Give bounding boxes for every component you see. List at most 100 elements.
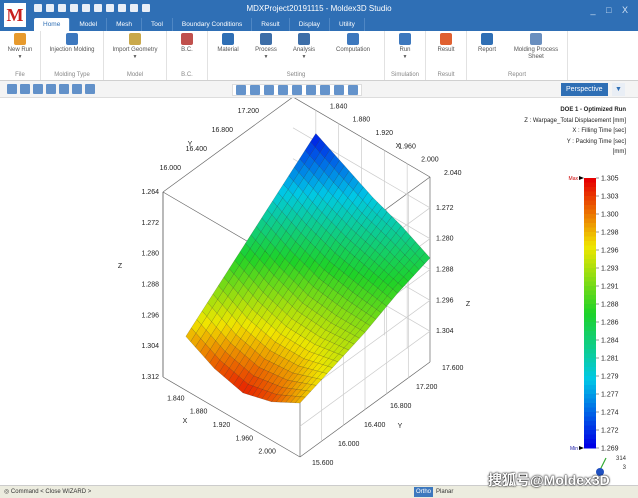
legend-color-band: [584, 236, 596, 242]
ribbon-group-b-c-: B.C. B.C.: [167, 31, 208, 80]
window-controls[interactable]: _ □ X: [591, 5, 632, 15]
rotate-icon[interactable]: [264, 85, 274, 95]
dropdown-arrow-icon: ▼: [17, 54, 23, 60]
z-tick-label: 1.288: [436, 267, 454, 274]
legend-color-band: [584, 398, 596, 404]
legend-max-label: Max: [569, 176, 579, 182]
legend-color-band: [584, 313, 596, 318]
tab-model[interactable]: Model: [70, 18, 108, 31]
tree-icon[interactable]: [7, 84, 17, 94]
import-geometry-button[interactable]: Import Geometry ▼: [107, 31, 163, 70]
box-edge-top: [162, 96, 294, 193]
ribbon-group-report: Report Molding Process Sheet Report: [467, 31, 568, 80]
computation-button[interactable]: Computation: [325, 31, 381, 70]
expand-icon[interactable]: [85, 84, 95, 94]
result-button[interactable]: Result: [429, 31, 463, 70]
legend-color-band: [584, 254, 596, 260]
tab-result[interactable]: Result: [252, 18, 290, 31]
view-icon[interactable]: [278, 85, 288, 95]
y-tick-label: 17.200: [238, 108, 260, 115]
material-icon: [222, 33, 234, 45]
x-tick-label: 1.880: [353, 117, 371, 124]
molding-process-sheet-button[interactable]: Molding Process Sheet: [508, 31, 564, 70]
legend-color-band: [584, 380, 596, 386]
legend-y-label: Y : Packing Time [sec]: [566, 138, 626, 145]
legend-color-band: [584, 439, 596, 444]
legend-value: 1.274: [601, 410, 619, 417]
x-tick-label: 1.960: [236, 435, 254, 442]
legend-color-band: [584, 322, 596, 327]
process-icon: [260, 33, 272, 45]
legend-color-band: [584, 416, 596, 422]
triad-readout: 314 3: [616, 455, 626, 473]
process-button[interactable]: Process ▼: [249, 31, 283, 70]
legend-color-band: [584, 412, 596, 417]
ortho-toggle[interactable]: Ortho: [414, 487, 434, 497]
button-label: Material: [217, 47, 239, 53]
info-icon[interactable]: [59, 84, 69, 94]
group-label: Result: [437, 72, 455, 78]
legend-title: DOE 1 - Optimized Run: [560, 107, 626, 113]
legend-color-band: [584, 259, 596, 264]
injection-molding-button[interactable]: Injection Molding: [44, 31, 100, 70]
legend-color-band: [584, 358, 596, 363]
y-tick-label: 17.600: [442, 365, 464, 372]
report-button[interactable]: Report: [470, 31, 504, 70]
projection-select[interactable]: Perspective: [561, 83, 608, 96]
display-icon[interactable]: [306, 85, 316, 95]
z-tick-label: 1.304: [436, 328, 454, 335]
legend-color-band: [584, 331, 596, 336]
command-line[interactable]: ◎ Command < Close WIZARD >: [4, 489, 91, 495]
analysis-button[interactable]: Analysis ▼: [287, 31, 321, 70]
legend-unit: [mm]: [612, 149, 626, 155]
button-label: Run: [399, 47, 411, 53]
pan-icon[interactable]: [250, 85, 260, 95]
legend-value: 1.293: [601, 266, 619, 273]
copy-icon[interactable]: [348, 85, 358, 95]
section-icon[interactable]: [320, 85, 330, 95]
legend-color-band: [584, 299, 596, 305]
injection-molding-icon: [66, 33, 78, 45]
legend-color-band: [584, 353, 596, 359]
x-tick-label: 2.000: [421, 157, 439, 164]
new-run-button[interactable]: New Run ▼: [3, 31, 37, 70]
y-tick-label: 16.800: [212, 127, 234, 134]
tab-tool[interactable]: Tool: [142, 18, 173, 31]
flask-icon[interactable]: [46, 84, 56, 94]
button-label: Molding Process Sheet: [513, 47, 559, 60]
group-label: File: [15, 72, 25, 78]
chart-icon[interactable]: [72, 84, 82, 94]
material-button[interactable]: Material: [211, 31, 245, 70]
mold-icon[interactable]: [33, 84, 43, 94]
button-label: Import Geometry: [112, 47, 158, 53]
tab-mesh[interactable]: Mesh: [107, 18, 142, 31]
x-tick-label: 1.960: [398, 143, 416, 150]
legend-color-band: [584, 290, 596, 296]
legend-color-band: [584, 268, 596, 273]
visibility-icon[interactable]: [334, 85, 344, 95]
z-tick-label: 1.288: [141, 282, 159, 289]
legend-color-band: [584, 349, 596, 354]
sort-icon[interactable]: [20, 84, 30, 94]
z-tick-label: 1.272: [141, 220, 159, 227]
window-title: MDXProject20191115 - Moldex3D Studio: [246, 4, 392, 13]
shading-icon[interactable]: [292, 85, 302, 95]
fit-icon[interactable]: [236, 85, 246, 95]
dropdown-arrow-icon: ▼: [132, 54, 138, 60]
tab-display[interactable]: Display: [290, 18, 331, 31]
legend-color-band: [584, 191, 596, 197]
legend-color-band: [584, 326, 596, 332]
tab-utility[interactable]: Utility: [330, 18, 365, 31]
triad-value: 3: [622, 465, 626, 471]
planar-toggle[interactable]: Planar: [436, 487, 453, 497]
run-button[interactable]: Run ▼: [388, 31, 422, 70]
legend-value: 1.300: [601, 212, 619, 219]
chevron-down-icon[interactable]: ▼: [612, 83, 625, 96]
computation-icon: [347, 33, 359, 45]
tab-boundary-conditions[interactable]: Boundary Conditions: [173, 18, 253, 31]
legend-color-band: [584, 443, 596, 449]
tab-home[interactable]: Home: [34, 18, 71, 31]
b-c--button[interactable]: B.C.: [170, 31, 204, 70]
group-label: Simulation: [390, 72, 419, 78]
legend-color-band: [584, 263, 596, 269]
